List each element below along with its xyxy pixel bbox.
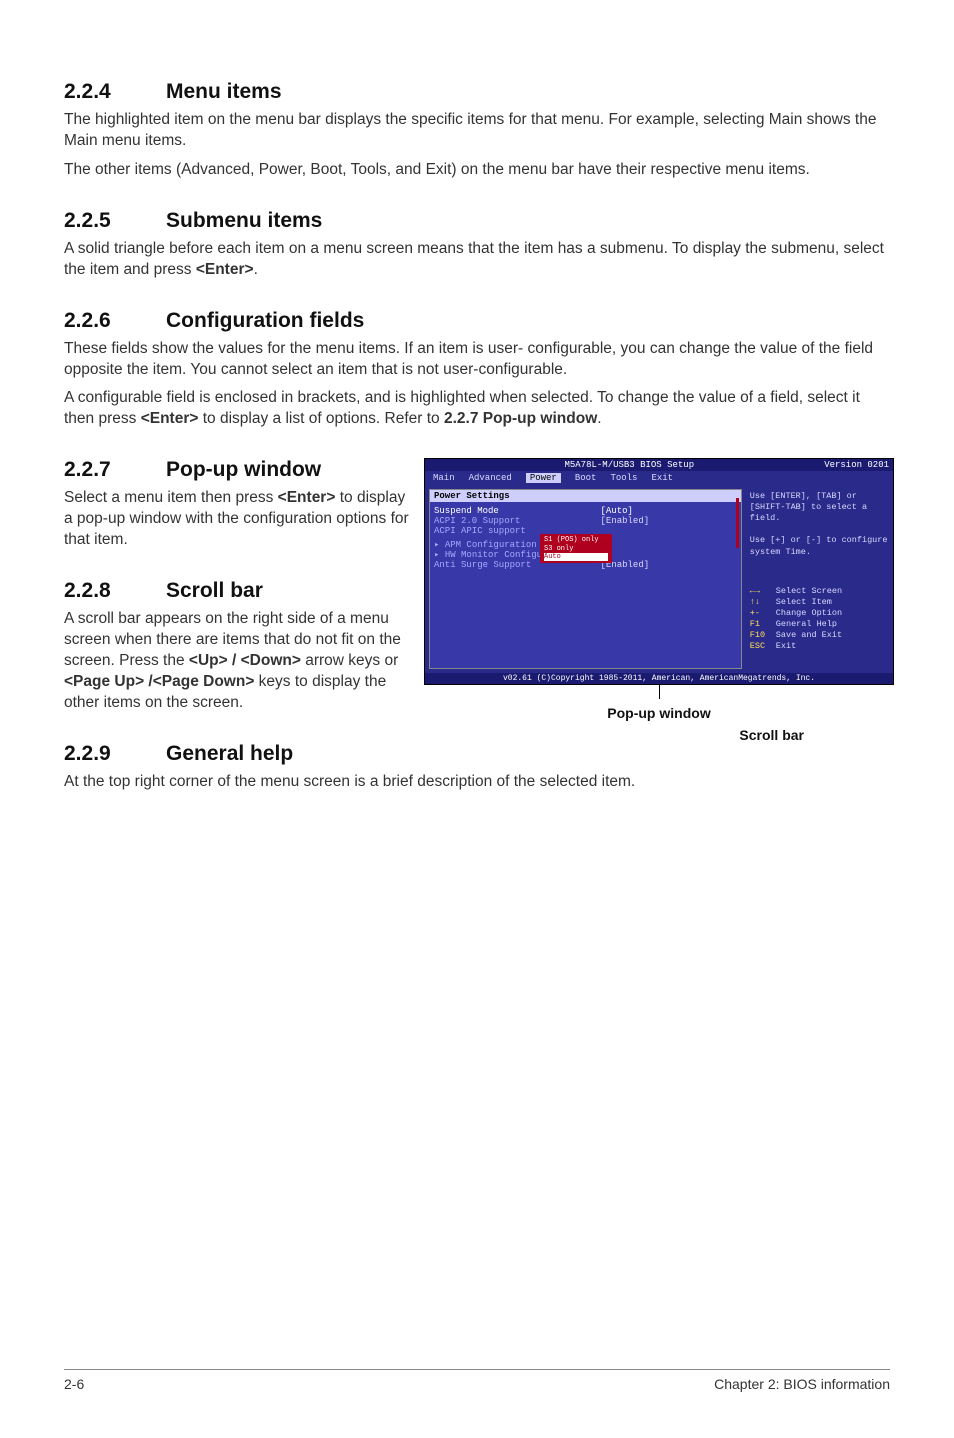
heading-229: 2.2.9General help — [64, 742, 890, 766]
help-key-row: +-Change Option — [750, 608, 889, 619]
heading-title: Configuration fields — [166, 309, 364, 332]
key-desc: Select Screen — [776, 586, 842, 596]
bios-settings-panel: Power Settings Suspend Mode[Auto] ACPI 2… — [429, 489, 742, 669]
heading-228: 2.2.8Scroll bar — [64, 579, 414, 603]
section-general-help: 2.2.9General help At the top right corne… — [64, 742, 890, 793]
bios-scrollbar[interactable] — [736, 498, 739, 548]
help-key-row: F10Save and Exit — [750, 630, 889, 641]
key-desc: Save and Exit — [776, 630, 842, 640]
heading-224: 2.2.4Menu items — [64, 80, 890, 104]
heading-title: General help — [166, 742, 293, 765]
bios-popup-option[interactable]: S3 only — [544, 545, 608, 553]
heading-title: Scroll bar — [166, 579, 263, 602]
key-enter: <Enter> — [278, 489, 336, 506]
bios-menu-item-active[interactable]: Power — [526, 473, 561, 483]
section-popup-window: 2.2.7Pop-up window Select a menu item th… — [64, 458, 414, 551]
page-footer: 2-6 Chapter 2: BIOS information — [64, 1369, 890, 1392]
key-icon: ↑↓ — [750, 597, 776, 608]
bios-row[interactable]: ACPI 2.0 Support[Enabled] — [434, 516, 737, 526]
section-menu-items: 2.2.4Menu items The highlighted item on … — [64, 80, 890, 181]
heading-num: 2.2.9 — [64, 742, 166, 766]
bios-help-text: Use [ENTER], [TAB] or [SHIFT-TAB] to sel… — [750, 491, 889, 557]
key-icon: F10 — [750, 630, 776, 641]
heading-title: Menu items — [166, 80, 282, 103]
help-key-row: ←→Select Screen — [750, 586, 889, 597]
bios-title: M5A78L-M/USB3 BIOS Setup — [564, 460, 694, 470]
callout-line-icon — [659, 685, 660, 699]
text-span: Select a menu item then press — [64, 489, 278, 506]
body-text: A solid triangle before each item on a m… — [64, 239, 890, 281]
key-enter: <Enter> — [141, 410, 199, 427]
text-span: to display a list of options. Refer to — [198, 410, 444, 427]
bios-titlebar: . M5A78L-M/USB3 BIOS Setup Version 0201 — [425, 459, 893, 471]
body-text: Select a menu item then press <Enter> to… — [64, 488, 414, 551]
callout-popup: Pop-up window — [424, 705, 894, 721]
key-desc: Change Option — [776, 608, 842, 618]
help-key-row: F1General Help — [750, 619, 889, 630]
bios-menu-item[interactable]: Boot — [575, 473, 597, 483]
key-updown: <Up> / <Down> — [189, 652, 301, 669]
ref-227: 2.2.7 Pop-up window — [444, 410, 597, 427]
heading-227: 2.2.7Pop-up window — [64, 458, 414, 482]
body-text: A configurable field is enclosed in brac… — [64, 388, 890, 430]
bios-panel-heading: Power Settings — [430, 490, 741, 502]
text-span: . — [597, 410, 601, 427]
section-config-fields: 2.2.6Configuration fields These fields s… — [64, 309, 890, 431]
bios-screenshot-figure: . M5A78L-M/USB3 BIOS Setup Version 0201 … — [424, 458, 894, 743]
bios-menu-item[interactable]: Main — [433, 473, 455, 483]
help-key-row: ↑↓Select Item — [750, 597, 889, 608]
page-number: 2-6 — [64, 1376, 84, 1392]
help-key-row: ESCExit — [750, 641, 889, 652]
bios-help-keys: ←→Select Screen ↑↓Select Item +-Change O… — [750, 586, 889, 652]
bios-popup-option[interactable]: S1 (POS) only — [544, 536, 608, 544]
key-icon: +- — [750, 608, 776, 619]
text-span: . — [254, 261, 258, 278]
heading-num: 2.2.5 — [64, 209, 166, 233]
key-icon: F1 — [750, 619, 776, 630]
bios-help-panel: Use [ENTER], [TAB] or [SHIFT-TAB] to sel… — [746, 485, 893, 673]
text-span: arrow keys or — [301, 652, 398, 669]
bios-body: Power Settings Suspend Mode[Auto] ACPI 2… — [425, 485, 893, 673]
bios-menubar: Main Advanced Power Boot Tools Exit — [425, 471, 893, 485]
text-span: A solid triangle before each item on a m… — [64, 240, 884, 278]
heading-226: 2.2.6Configuration fields — [64, 309, 890, 333]
key-pageupdown: <Page Up> /<Page Down> — [64, 673, 254, 690]
key-enter: <Enter> — [196, 261, 254, 278]
heading-225: 2.2.5Submenu items — [64, 209, 890, 233]
bios-menu-item[interactable]: Exit — [651, 473, 673, 483]
bios-item-value: [Enabled] — [601, 516, 650, 526]
callout-scrollbar: Scroll bar — [424, 727, 894, 743]
bios-menu-item[interactable]: Advanced — [469, 473, 512, 483]
bios-popup-option[interactable]: Auto — [544, 553, 608, 561]
bios-popup-menu[interactable]: S1 (POS) only S3 only Auto — [540, 534, 612, 563]
bios-item-label: Suspend Mode — [434, 506, 601, 516]
key-icon: ←→ — [750, 586, 776, 597]
body-text: The other items (Advanced, Power, Boot, … — [64, 160, 890, 181]
key-desc: General Help — [776, 619, 837, 629]
body-text: These fields show the values for the men… — [64, 339, 890, 381]
bios-version: Version 0201 — [824, 460, 889, 470]
two-column-area: 2.2.7Pop-up window Select a menu item th… — [64, 458, 890, 713]
key-desc: Exit — [776, 641, 796, 651]
section-submenu-items: 2.2.5Submenu items A solid triangle befo… — [64, 209, 890, 281]
heading-title: Submenu items — [166, 209, 322, 232]
heading-num: 2.2.7 — [64, 458, 166, 482]
chapter-title: Chapter 2: BIOS information — [714, 1376, 890, 1392]
bios-item-value: [Auto] — [601, 506, 633, 516]
heading-num: 2.2.4 — [64, 80, 166, 104]
heading-num: 2.2.8 — [64, 579, 166, 603]
bios-item-label: ACPI 2.0 Support — [434, 516, 601, 526]
key-desc: Select Item — [776, 597, 832, 607]
body-text: The highlighted item on the menu bar dis… — [64, 110, 890, 152]
section-scroll-bar: 2.2.8Scroll bar A scroll bar appears on … — [64, 579, 414, 714]
bios-menu-item[interactable]: Tools — [610, 473, 637, 483]
bios-footer: v02.61 (C)Copyright 1985-2011, American,… — [425, 673, 893, 684]
heading-title: Pop-up window — [166, 458, 321, 481]
body-text: A scroll bar appears on the right side o… — [64, 609, 414, 714]
body-text: At the top right corner of the menu scre… — [64, 772, 890, 793]
key-icon: ESC — [750, 641, 776, 652]
bios-window: . M5A78L-M/USB3 BIOS Setup Version 0201 … — [424, 458, 894, 685]
heading-num: 2.2.6 — [64, 309, 166, 333]
bios-row[interactable]: Suspend Mode[Auto] — [434, 506, 737, 516]
